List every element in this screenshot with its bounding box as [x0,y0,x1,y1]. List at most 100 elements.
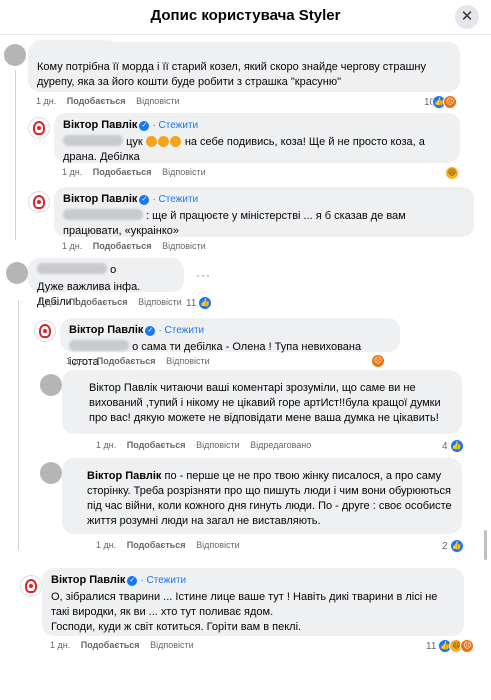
like-reaction-icon: 👍 [198,296,213,310]
dialog-title: Допис користувача Styler [150,7,341,24]
thread-line [18,300,19,550]
haha-reaction-icon: 😆 [445,166,459,180]
comment-time: 1 дн. [96,440,117,450]
like-button[interactable]: Подобається [127,540,186,550]
like-button[interactable]: Подобається [127,440,186,450]
reply-button[interactable]: Відповісти [166,356,210,366]
redacted-mention [63,135,123,146]
reply-button[interactable]: Відповісти [150,640,194,650]
emoji-icon [169,136,181,147]
like-button[interactable]: Подобається [93,241,152,251]
like-button[interactable]: Подобається [93,167,152,177]
comment-bubble: Віктор Павлік ✓ · Стежити о сама ти дебілк… [60,318,400,368]
comment-actions: 1 дн. Подобається Відповісти [62,167,214,177]
author-name[interactable]: Віктор Павлік [63,119,137,131]
comment-bubble: Віктор Павлік читаючи ваші коментарі зро… [62,370,462,434]
comment-bubble: Віктор Павлік ✓ · Стежити цук на себе поди… [54,113,460,163]
comment-time: 1 дн. [62,241,83,251]
avatar[interactable] [40,374,62,396]
avatar[interactable] [6,262,28,284]
comment-time: 1 дн. [96,540,117,550]
comment-bubble: Віктор Павлік ✓ · Стежити : ще й працюєте … [54,187,474,237]
comment-bubble: Кому потрібна її морда і її старий козел… [28,42,460,92]
angry-reaction-icon: ☹ [460,639,475,653]
reply-button[interactable]: Відповісти [196,440,240,450]
comment-time: 1 дн. [62,167,83,177]
mention-suffix: цук [126,136,143,148]
avatar[interactable] [28,117,50,139]
comment-actions: 1 дн. Подобається Відповісти [66,356,218,366]
reaction-count: 2 👍 [442,539,464,553]
reaction-count: 😆 [445,166,459,180]
emoji-icon [145,136,157,147]
verified-badge-icon: ✓ [139,121,150,131]
comment-bubble: Віктор Павлік по - перше це не про твою … [62,458,462,534]
verified-badge-icon: ✓ [139,195,150,205]
reaction-count-value: 11 [426,640,437,652]
comment-actions: 1 дн. Подобається Відповісти [50,640,202,650]
reaction-count-value: 2 [442,540,448,552]
comment-bubble: Віктор Павлік ✓ · Стежити О, зібралися тва… [42,568,464,636]
comment-actions: 1 дн. Подобається Відповісти [38,297,190,307]
like-button[interactable]: Подобається [81,640,140,650]
reaction-count-value: 11 [186,297,197,309]
avatar[interactable] [40,462,62,484]
like-button[interactable]: Подобається [97,356,156,366]
author-name[interactable]: Віктор Павлік [69,324,143,336]
redacted-mention [69,340,129,351]
reply-button[interactable]: Відповісти [162,241,206,251]
reaction-count: ☹ [371,354,385,368]
comment-actions: 1 дн. Подобається Відповісти [62,241,214,251]
emoji-icon [157,136,169,147]
comment-text: О, зібралися тварини ... Істине лице ваш… [51,591,438,633]
like-reaction-icon: 👍 [449,539,464,553]
scrollbar[interactable] [484,530,487,560]
comment-actions: 1 дн. Подобається Відповісти Відредагова… [96,440,319,450]
reply-button[interactable]: Відповісти [138,297,182,307]
follow-link[interactable]: · Стежити [158,325,204,336]
reaction-count: 4 👍 [442,439,464,453]
verified-badge-icon: ✓ [145,326,156,336]
avatar[interactable] [20,575,42,597]
follow-label: Стежити [158,120,199,131]
angry-reaction-icon: ☹ [371,354,385,368]
author-name[interactable]: Віктор Павлік [63,193,137,205]
verified-badge-icon: ✓ [127,576,138,586]
comment-bubble: о Дуже важлива інфа. Дебіли ! [28,258,184,308]
avatar[interactable] [34,320,56,342]
reply-button[interactable]: Відповісти [196,540,240,550]
reaction-count: 11 👍 😆 ☹ [426,639,475,653]
follow-link[interactable]: · Стежити [152,120,198,131]
reaction-count-value: 4 [442,440,448,452]
follow-label: Стежити [164,325,205,336]
reply-button[interactable]: Відповісти [136,96,180,106]
close-icon[interactable]: ✕ [455,5,479,29]
comment-time: 1 дн. [50,640,71,650]
edited-label: Відредаговано [250,440,312,450]
thread-line [15,70,16,240]
avatar[interactable] [28,191,50,213]
follow-label: Стежити [146,575,187,586]
dialog-header: Допис користувача Styler ✕ [0,0,491,35]
follow-label: Стежити [158,194,199,205]
comment-text: Віктор Павлік читаючи ваші коментарі зро… [89,382,441,424]
like-button[interactable]: Подобається [69,297,128,307]
comment-text: : ще й працюєте у міністерстві ... я б с… [63,209,465,239]
comment-time: 1 дн. [38,297,59,307]
author-name[interactable]: Віктор Павлік [87,470,161,482]
name-suffix: о [110,264,117,276]
follow-link[interactable]: · Стежити [140,575,186,586]
angry-reaction-icon: ☹ [443,95,458,109]
reaction-count: 10 👍 ☹ [424,95,458,109]
more-options-icon[interactable]: ··· [196,268,211,282]
reaction-count: 11 👍 [186,296,213,310]
author-name[interactable]: Віктор Павлік [51,574,125,586]
comment-actions: 1 дн. Подобається Відповісти [96,540,248,550]
like-button[interactable]: Подобається [67,96,126,106]
comment-actions: 1 дн. Подобається Відповісти [36,96,188,106]
reply-button[interactable]: Відповісти [162,167,206,177]
follow-link[interactable]: · Стежити [152,194,198,205]
avatar[interactable] [4,44,26,66]
redacted-name [37,263,107,274]
comment-time: 1 дн. [36,96,57,106]
